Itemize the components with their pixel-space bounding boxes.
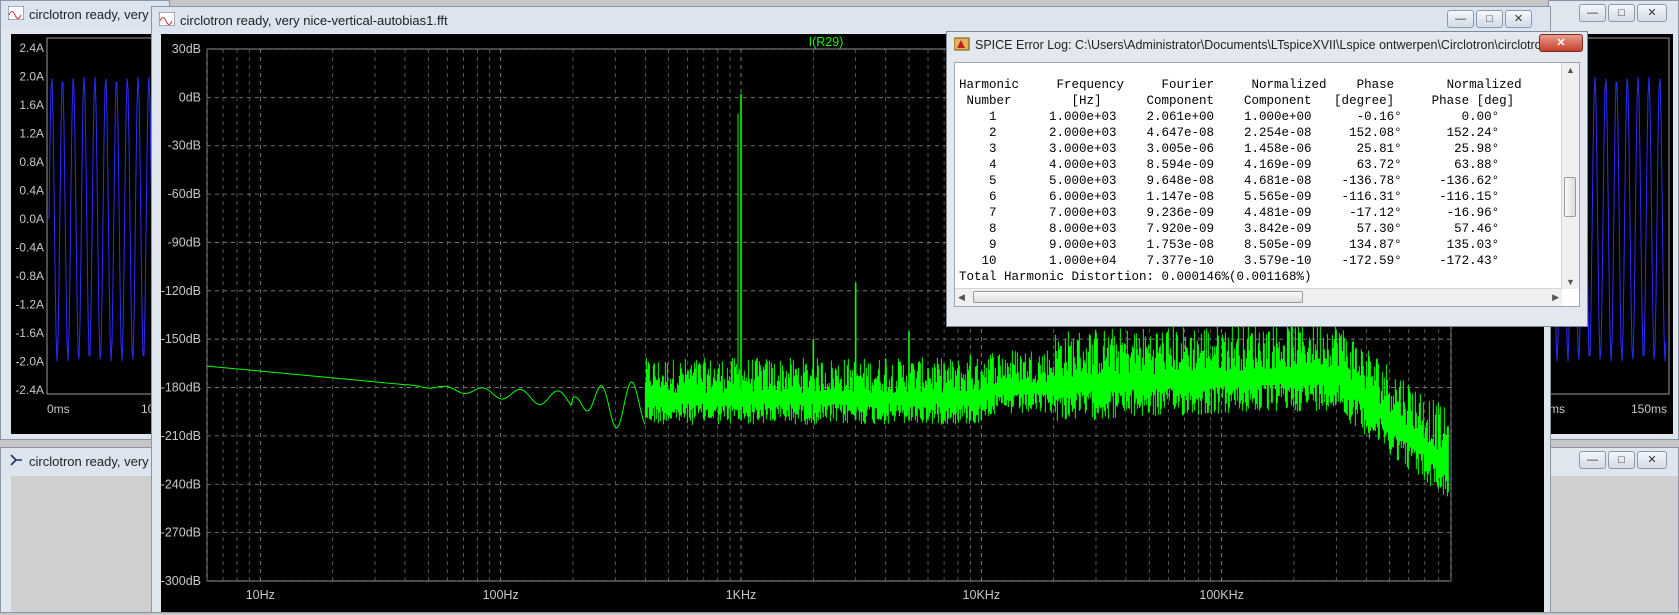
horizontal-scroll-thumb[interactable] [973, 291, 1303, 303]
x-tick-label: 10KHz [963, 588, 1001, 602]
left-waveform-titlebar[interactable]: circlotron ready, very n [1, 1, 169, 27]
harmonic-row: 3 3.000e+03 3.005e-06 1.458e-06 25.81° 2… [959, 142, 1500, 156]
y-tick-label: 1.2A [19, 127, 44, 141]
error-log-content: Harmonic Frequency Fourier Normalized Ph… [955, 63, 1579, 285]
harmonic-row: 4 4.000e+03 8.594e-09 4.169e-09 63.72° 6… [959, 158, 1500, 172]
y-tick-label: -30dB [168, 139, 201, 153]
error-log-titlebar[interactable]: SPICE Error Log: C:\Users\Administrator\… [947, 32, 1587, 58]
maximize-button[interactable]: □ [1608, 4, 1635, 22]
scroll-left-arrow-icon[interactable]: ◀ [958, 292, 965, 303]
y-tick-label: -150dB [161, 332, 201, 346]
y-tick-label: -1.2A [15, 298, 44, 312]
right-lower-canvas[interactable] [1549, 476, 1678, 612]
y-tick-label: 0.8A [19, 155, 44, 169]
error-log-controls: ✕ [1539, 34, 1583, 52]
schematic-canvas[interactable] [11, 476, 169, 612]
y-tick-label: -270dB [161, 526, 201, 540]
y-tick-label: 2.4A [19, 41, 44, 55]
fft-window-title: circlotron ready, very nice-vertical-aut… [180, 13, 448, 28]
y-tick-label: 0.0A [19, 212, 44, 226]
x-tick-label: 0ms [47, 402, 70, 416]
y-tick-label: 2.0A [19, 70, 44, 84]
schematic-title: circlotron ready, very n [29, 454, 160, 469]
schematic-window[interactable]: circlotron ready, very n [0, 447, 170, 613]
waveform-app-icon [8, 6, 24, 20]
error-log-text-area[interactable]: Harmonic Frequency Fourier Normalized Ph… [954, 62, 1580, 307]
y-tick-label: -2.4A [15, 383, 44, 397]
harmonic-table-header-2: Number [Hz] Component Component [degree]… [959, 94, 1515, 108]
left-waveform-title: circlotron ready, very n [29, 7, 160, 22]
y-tick-label: 1.6A [19, 98, 44, 112]
y-tick-label: 0.4A [19, 184, 44, 198]
y-tick-label: -300dB [161, 574, 201, 588]
close-button[interactable]: ✕ [1505, 10, 1532, 28]
close-button[interactable]: ✕ [1637, 4, 1667, 22]
harmonic-row: 7 7.000e+03 9.236e-09 4.481e-09 -17.12° … [959, 206, 1500, 220]
right-lower-controls: — □ ✕ [1579, 451, 1667, 469]
spice-error-log-window[interactable]: SPICE Error Log: C:\Users\Administrator\… [946, 31, 1588, 327]
x-tick-label: 100Hz [483, 588, 519, 602]
harmonic-table-header-1: Harmonic Frequency Fourier Normalized Ph… [959, 78, 1522, 92]
maximize-button[interactable]: □ [1476, 10, 1503, 28]
vertical-scroll-thumb[interactable] [1564, 177, 1576, 217]
error-log-vertical-scrollbar[interactable]: ▲ ▼ [1561, 63, 1579, 289]
y-tick-label: -0.8A [15, 269, 44, 283]
fft-titlebar[interactable]: circlotron ready, very nice-vertical-aut… [152, 7, 1550, 33]
y-tick-label: -60dB [168, 187, 201, 201]
minimize-button[interactable]: — [1447, 10, 1474, 28]
y-tick-label: -210dB [161, 429, 201, 443]
x-tick-label: 100KHz [1199, 588, 1243, 602]
schematic-titlebar[interactable]: circlotron ready, very n [1, 448, 169, 474]
harmonic-row: 2 2.000e+03 4.647e-08 2.254e-08 152.08° … [959, 126, 1500, 140]
harmonic-row: 5 5.000e+03 9.648e-08 4.681e-08 -136.78°… [959, 174, 1500, 188]
close-button[interactable]: ✕ [1637, 451, 1667, 469]
y-tick-label: -2.0A [15, 355, 44, 369]
y-tick-label: -120dB [161, 284, 201, 298]
harmonic-row: 10 1.000e+04 7.377e-10 3.579e-10 -172.59… [959, 254, 1500, 268]
thd-summary: Total Harmonic Distortion: 0.000146%(0.0… [959, 270, 1312, 284]
fft-trace-low [206, 365, 646, 429]
y-tick-label: 0dB [179, 90, 201, 104]
harmonic-row: 9 9.000e+03 1.753e-08 8.505e-09 134.87° … [959, 238, 1500, 252]
error-log-icon [954, 37, 970, 51]
harmonic-row: 1 1.000e+03 2.061e+00 1.000e+00 -0.16° 0… [959, 110, 1500, 124]
minimize-button[interactable]: — [1579, 451, 1606, 469]
harmonic-row: 8 8.000e+03 7.920e-09 3.842e-09 57.30° 5… [959, 222, 1500, 236]
fft-window-controls: — □ ✕ [1447, 10, 1532, 28]
y-tick-label: -0.4A [15, 241, 44, 255]
x-tick-label: 10Hz [246, 588, 275, 602]
y-tick-label: -240dB [161, 477, 201, 491]
minimize-button[interactable]: — [1579, 4, 1606, 22]
scroll-up-arrow-icon[interactable]: ▲ [1566, 65, 1575, 75]
left-waveform-window[interactable]: circlotron ready, very n 2.4A 2.0A 1.6A 1.2… [0, 0, 171, 440]
maximize-button[interactable]: □ [1608, 451, 1635, 469]
schematic-app-icon [10, 454, 22, 466]
y-tick-label: 30dB [172, 42, 201, 56]
fft-trace-noise [644, 320, 1449, 497]
y-tick-label: -90dB [168, 235, 201, 249]
y-tick-label: -180dB [161, 381, 201, 395]
error-log-horizontal-scrollbar[interactable]: ◀ ▶ [955, 288, 1562, 306]
close-button[interactable]: ✕ [1539, 34, 1583, 52]
scroll-down-arrow-icon[interactable]: ▼ [1566, 277, 1575, 287]
right-lower-window[interactable]: — □ ✕ [1548, 447, 1679, 613]
x-tick-label: 1KHz [726, 588, 757, 602]
y-tick-label: -1.6A [15, 326, 44, 340]
left-waveform-plot[interactable]: 2.4A 2.0A 1.6A 1.2A 0.8A 0.4A 0.0A -0.4A -0.8A -1… [11, 34, 171, 434]
waveform-app-icon [159, 12, 175, 26]
x-tick-label: ms [1549, 402, 1565, 416]
trace-label: I(R29) [809, 35, 844, 49]
right-window-controls: — □ ✕ [1579, 4, 1667, 22]
scroll-right-arrow-icon[interactable]: ▶ [1552, 292, 1559, 303]
harmonic-row: 6 6.000e+03 1.147e-08 5.565e-09 -116.31°… [959, 190, 1500, 204]
left-waveform-svg: 2.4A 2.0A 1.6A 1.2A 0.8A 0.4A 0.0A -0.4A -0.8A -1… [15, 37, 171, 416]
x-tick-label: 150ms [1631, 402, 1667, 416]
error-log-title: SPICE Error Log: C:\Users\Administrator\… [975, 38, 1566, 52]
